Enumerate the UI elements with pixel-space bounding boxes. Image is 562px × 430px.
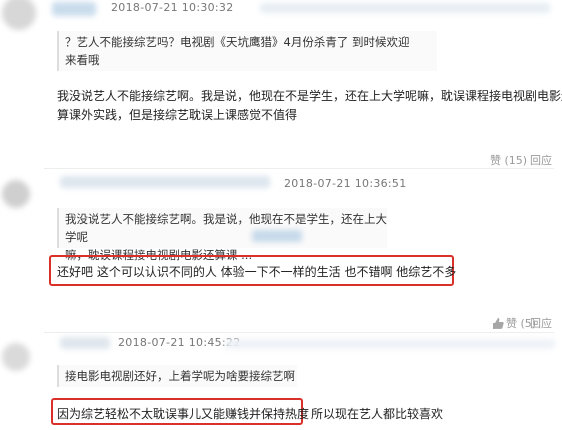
quote-line: ？艺人不能接综艺吗？电视剧《天坑鹰猎》4月份杀青了 到时候欢迎 [65,35,410,49]
blurred-meta [260,3,550,13]
reply-button[interactable]: 回应 [530,152,552,168]
avatar[interactable] [2,343,30,371]
quote-line: 我没说艺人不能接综艺啊。我是说，他现在不是学生，还在上大学呢 [65,212,387,244]
divider [44,168,554,169]
comment-text: 我没说艺人不能接综艺啊。我是说，他现在不是学生，还在上大学呢嘛，耽误课程接电视剧… [57,89,562,103]
reply-button[interactable]: 回应 [530,315,552,331]
quote-line: 来看哦 [65,53,100,67]
avatar[interactable] [2,0,36,30]
blurred-meta [225,339,555,349]
comment-text: 所以现在艺人都比较喜欢 [311,407,444,421]
comment-timestamp: 2018-07-21 10:36:51 [284,177,407,190]
avatar[interactable] [2,180,30,208]
username[interactable] [52,2,96,16]
comment-text-highlighted: 因为综艺轻松不太耽误事儿又能赚钱并保持热度 [57,407,310,421]
thumbs-up-icon [493,317,504,329]
comment-text: 算课外实践，但是接综艺耽误上课感觉不值得 [57,108,298,122]
quoted-comment: ？艺人不能接综艺吗？电视剧《天坑鹰猎》4月份杀青了 到时候欢迎 来看哦 [57,31,437,71]
divider [44,332,554,333]
quoted-comment: 接电影电视剧还好，上着学呢为啥要接综艺啊 [57,365,297,387]
comment-timestamp: 2018-07-21 10:45:22 [118,336,241,349]
username[interactable] [60,176,270,188]
quoted-comment: 我没说艺人不能接综艺啊。我是说，他现在不是学生，还在上大学呢 嘛，耽误课程接电视… [57,208,387,262]
comment-text: 还好吧 这个可以认识不同的人 体验一下不一样的生活 也不错啊 他综艺不多 [57,265,457,279]
blurred-link [252,230,302,242]
comment-timestamp: 2018-07-21 10:30:32 [111,1,234,14]
username[interactable] [60,337,110,349]
quote-line: 接电影电视剧还好，上着学呢为啥要接综艺啊 [65,369,295,383]
like-button[interactable]: 赞 (15) [490,152,527,168]
